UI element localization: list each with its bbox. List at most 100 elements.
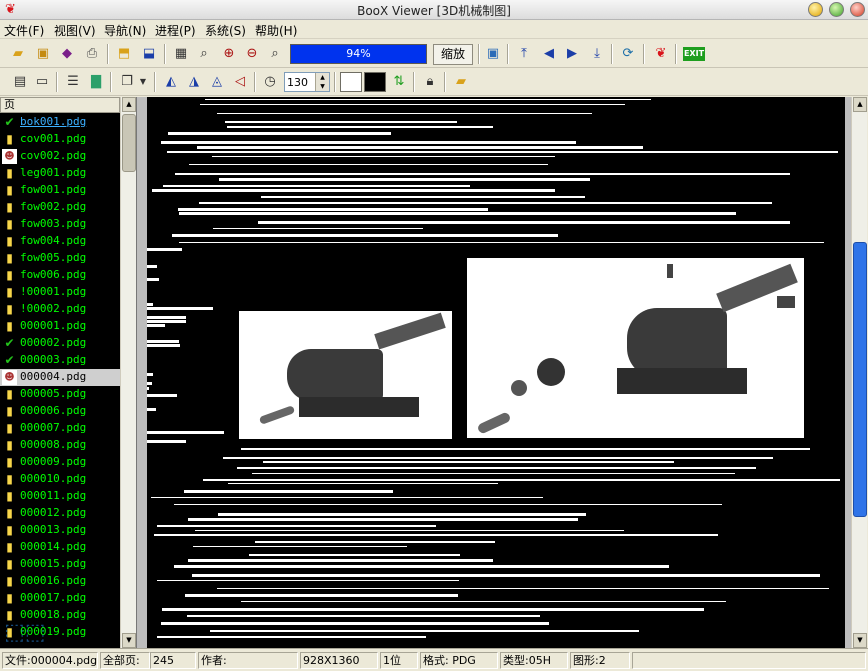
minimize-button[interactable] <box>808 2 823 17</box>
import-icon[interactable]: ⬒ <box>114 44 134 64</box>
file-list-item[interactable]: ☻ cov002.pdg <box>0 148 120 165</box>
copy-icon[interactable]: ❐ <box>117 72 137 92</box>
file-list-item[interactable]: ▮ !00002.pdg <box>0 301 120 318</box>
previous-page-icon[interactable]: ◀ <box>539 44 559 64</box>
flip-vertical-icon[interactable]: ◁ <box>230 72 250 92</box>
scroll-thumb[interactable] <box>122 114 136 172</box>
file-list-item[interactable]: ▮ fow004.pdg <box>0 233 120 250</box>
magnify-icon[interactable]: ⌕ <box>194 44 214 64</box>
file-list-item[interactable]: ▮ 000001.pdg <box>0 318 120 335</box>
file-list-item[interactable]: ▮ 000008.pdg <box>0 437 120 454</box>
single-page-icon[interactable]: ▤ <box>10 72 30 92</box>
menu-process[interactable]: 进程(P) <box>155 22 196 39</box>
flip-horizontal-icon[interactable]: ◬ <box>207 72 227 92</box>
file-name: 000010.pdg <box>20 472 87 485</box>
close-button[interactable] <box>850 2 865 17</box>
file-list-item[interactable]: ▮ 000013.pdg <box>0 522 120 539</box>
page-icon: ▮ <box>2 404 17 419</box>
zoom-fit-icon[interactable]: ⌕ <box>265 44 285 64</box>
file-list-item[interactable]: ✔ 000002.pdg <box>0 335 120 352</box>
zoom-button[interactable]: 缩放 <box>433 44 473 65</box>
book-icon[interactable]: ◆ <box>57 44 77 64</box>
thumbnail-icon[interactable]: ▣ <box>483 44 503 64</box>
document-viewer[interactable] <box>137 97 851 648</box>
rotation-stepper[interactable]: ▲▼ <box>284 72 330 92</box>
refresh-icon[interactable]: ⟳ <box>618 44 638 64</box>
export-icon[interactable]: ⬓ <box>139 44 159 64</box>
rotation-input[interactable] <box>287 75 315 89</box>
file-name: 000001.pdg <box>20 319 87 332</box>
file-name: fow004.pdg <box>20 234 87 247</box>
scroll-thumb[interactable] <box>853 242 867 517</box>
chevron-down-icon[interactable]: ▼ <box>137 72 149 92</box>
scroll-up-arrow[interactable]: ▲ <box>122 97 136 112</box>
maximize-button[interactable] <box>829 2 844 17</box>
fit-grid-icon[interactable]: ▦ <box>171 44 191 64</box>
paw-icon[interactable]: ❦ <box>651 44 671 64</box>
scroll-down-arrow[interactable]: ▼ <box>853 633 867 648</box>
file-list-item[interactable]: ▮ 000010.pdg <box>0 471 120 488</box>
rotate-right-icon[interactable]: ◮ <box>184 72 204 92</box>
file-name: 000002.pdg <box>20 336 87 349</box>
file-list-item[interactable]: ▮ 000012.pdg <box>0 505 120 522</box>
file-list-item[interactable]: ▮ fow002.pdg <box>0 199 120 216</box>
color-palette-icon[interactable]: ▇ <box>86 72 106 92</box>
file-list-item[interactable]: ▮ 000005.pdg <box>0 386 120 403</box>
rotation-icon[interactable]: ◷ <box>260 72 280 92</box>
menu-navigate[interactable]: 导航(N) <box>104 22 146 39</box>
last-page-icon[interactable]: ⤓ <box>587 44 607 64</box>
file-list-item[interactable]: ▮ 000017.pdg <box>0 590 120 607</box>
full-screen-icon[interactable]: ▭ <box>32 72 52 92</box>
toolbar-separator <box>334 72 336 92</box>
file-list-item[interactable]: ▮ 000016.pdg <box>0 573 120 590</box>
menu-view[interactable]: 视图(V) <box>54 22 96 39</box>
save-icon[interactable]: ▣ <box>33 44 53 64</box>
status-total-pages-label: 全部页: <box>100 652 150 669</box>
file-list-item[interactable]: ▮ cov001.pdg <box>0 131 120 148</box>
file-list-item[interactable]: ✔ bok001.pdg <box>0 114 120 131</box>
scan-artifact <box>225 121 457 123</box>
scroll-down-arrow[interactable]: ▼ <box>122 633 136 648</box>
open-folder-icon[interactable]: ▰ <box>8 44 28 64</box>
page-icon: ▮ <box>2 557 17 572</box>
file-list-item[interactable]: ▮ fow001.pdg <box>0 182 120 199</box>
next-page-icon[interactable]: ▶ <box>562 44 582 64</box>
foreground-color-swatch[interactable] <box>364 72 386 92</box>
menu-help[interactable]: 帮助(H) <box>255 22 297 39</box>
page-icon: ▮ <box>2 268 17 283</box>
file-list-item[interactable]: ▮ 000007.pdg <box>0 420 120 437</box>
stepper-arrows[interactable]: ▲ ▼ <box>315 73 329 91</box>
file-list-item[interactable]: ▮ 000014.pdg <box>0 539 120 556</box>
menu-system[interactable]: 系统(S) <box>205 22 246 39</box>
file-list-item[interactable]: ▮ 000009.pdg <box>0 454 120 471</box>
exit-icon[interactable]: EXIT <box>683 47 705 61</box>
viewer-scrollbar[interactable]: ▲ ▼ <box>851 97 867 648</box>
first-page-icon[interactable]: ⤒ <box>514 44 534 64</box>
scan-artifact <box>167 151 838 153</box>
watermark-logo: ⬚⬚ <box>4 620 46 645</box>
status-format: 格式: PDG <box>420 652 498 669</box>
file-list-item[interactable]: ☻ 000004.pdg <box>0 369 120 386</box>
file-list-item[interactable]: ▮ fow003.pdg <box>0 216 120 233</box>
background-color-swatch[interactable] <box>340 72 362 92</box>
file-list-item[interactable]: ▮ !00001.pdg <box>0 284 120 301</box>
file-list-item[interactable]: ▮ leg001.pdg <box>0 165 120 182</box>
file-list-item[interactable]: ▮ fow005.pdg <box>0 250 120 267</box>
bookmark-folder-icon[interactable]: ▰ <box>451 72 471 92</box>
file-list-item[interactable]: ▮ 000015.pdg <box>0 556 120 573</box>
file-list-item[interactable]: ▮ 000011.pdg <box>0 488 120 505</box>
print-icon[interactable]: ⎙ <box>82 44 102 64</box>
menu-file[interactable]: 文件(F) <box>4 22 44 39</box>
lock-icon[interactable]: 🔒︎ <box>420 72 440 92</box>
swap-colors-icon[interactable]: ⇅ <box>389 72 409 92</box>
file-list-item[interactable]: ▮ fow006.pdg <box>0 267 120 284</box>
zoom-out-icon[interactable]: ⊖ <box>242 44 262 64</box>
zoom-in-icon[interactable]: ⊕ <box>219 44 239 64</box>
rotate-left-icon[interactable]: ◭ <box>161 72 181 92</box>
list-view-icon[interactable]: ☰ <box>63 72 83 92</box>
file-list-scrollbar[interactable]: ▲ ▼ <box>120 97 136 648</box>
file-list-item[interactable]: ▮ 000006.pdg <box>0 403 120 420</box>
title-bar: ❦ BooX Viewer [3D机械制图] <box>0 0 868 20</box>
file-list-item[interactable]: ✔ 000003.pdg <box>0 352 120 369</box>
scroll-up-arrow[interactable]: ▲ <box>853 97 867 112</box>
